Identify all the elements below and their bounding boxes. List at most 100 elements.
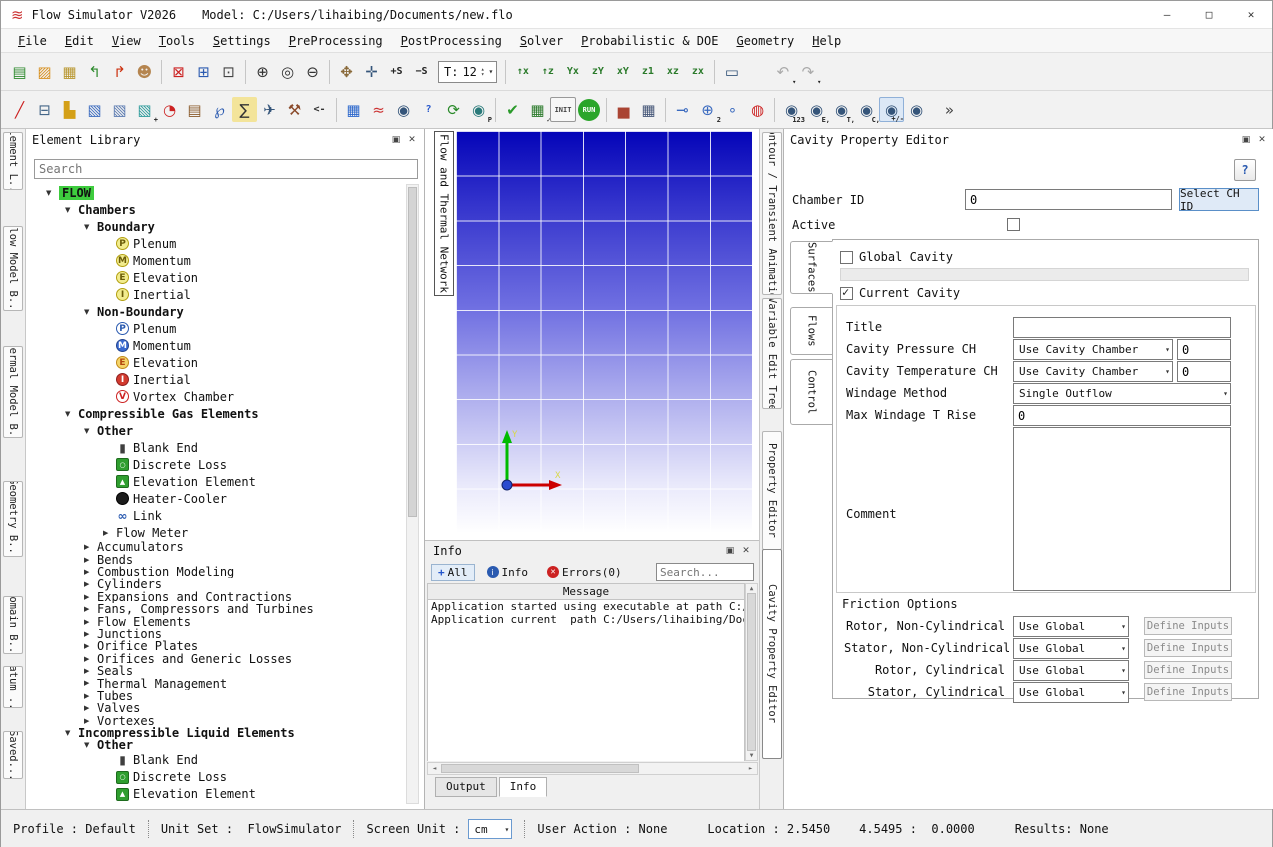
scrollbar-thumb[interactable] <box>408 187 417 517</box>
element-search-input[interactable] <box>34 159 418 179</box>
close-button[interactable]: ✕ <box>1230 1 1272 29</box>
init-button[interactable]: INIT <box>550 97 576 122</box>
view-orient-1z-icon[interactable]: ↑z <box>535 59 560 84</box>
left-tab-thermal-model-b[interactable]: Thermal Model B... <box>3 346 23 438</box>
tree-item-link[interactable]: ∞Link <box>30 507 406 524</box>
define-inputs-button[interactable]: Define Inputs <box>1144 683 1232 701</box>
text-size-combo[interactable]: T: 12 ▴▾ ▾ <box>438 61 497 83</box>
filter-all-button[interactable]: + All <box>431 564 475 581</box>
expander-closed-icon[interactable]: ▶ <box>84 568 97 576</box>
screen-unit-combo[interactable]: cm▾ <box>468 819 512 839</box>
results-chart-icon[interactable]: ▅ <box>611 97 636 122</box>
draw-element-icon[interactable]: ╱ <box>7 97 32 122</box>
tree-item-blank-end[interactable]: ▮Blank End <box>30 752 406 769</box>
expander-closed-icon[interactable]: ▶ <box>84 704 97 712</box>
menu-tools[interactable]: Tools <box>150 32 204 50</box>
expander-closed-icon[interactable]: ▶ <box>84 580 97 588</box>
tree-item-valves[interactable]: ▶Valves <box>30 702 406 714</box>
cut-selection-icon[interactable]: ⊠ <box>166 59 191 84</box>
active-checkbox[interactable] <box>1007 218 1020 231</box>
tools-icon[interactable]: ⚒ <box>282 97 307 122</box>
tree-item-momentum[interactable]: MMomentum <box>30 337 406 354</box>
tree-item-seals[interactable]: ▶Seals <box>30 665 406 677</box>
minimize-button[interactable]: — <box>1146 1 1188 29</box>
menu-edit[interactable]: Edit <box>56 32 103 50</box>
friction-method-combo[interactable]: Use Global▾ <box>1013 638 1129 659</box>
tree-item-other[interactable]: ▼Other <box>30 422 406 439</box>
database-icon[interactable]: ◍ <box>745 97 770 122</box>
expander-open-icon[interactable]: ▼ <box>84 308 97 316</box>
results-table-icon[interactable]: ▦ <box>636 97 661 122</box>
left-tab-saved[interactable]: Saved... <box>3 731 23 779</box>
message-column-header[interactable]: Message <box>427 583 745 600</box>
view-orient-xy-icon[interactable]: xY <box>610 59 635 84</box>
right-tab-property-editor[interactable]: Property Editor <box>762 431 782 550</box>
close-panel-icon[interactable]: ✕ <box>406 134 418 146</box>
right-tab-variable-edit-tree[interactable]: Variable Edit Tree <box>762 298 782 409</box>
cavity-temperature-combo[interactable]: Use Cavity Chamber▾ <box>1013 361 1173 382</box>
tree-item-bends[interactable]: ▶Bends <box>30 553 406 565</box>
expander-open-icon[interactable]: ▼ <box>65 206 78 214</box>
define-inputs-button[interactable]: Define Inputs <box>1144 661 1232 679</box>
message-row[interactable]: Application started using executable at … <box>428 600 744 613</box>
tree-item-plenum[interactable]: PPlenum <box>30 320 406 337</box>
tree-item-orifices-and-generic-losses[interactable]: ▶Orifices and Generic Losses <box>30 653 406 665</box>
scrollbar-thumb[interactable] <box>441 764 639 773</box>
expander-closed-icon[interactable]: ▶ <box>84 642 97 650</box>
menu-view[interactable]: View <box>103 32 150 50</box>
contour-plot-icon[interactable]: ▦ <box>341 97 366 122</box>
menu-settings[interactable]: Settings <box>204 32 280 50</box>
message-horizontal-scrollbar[interactable]: ◄ ► <box>427 762 758 775</box>
scroll-up-icon[interactable]: ▲ <box>750 585 754 592</box>
show-elevation-icon[interactable]: ◉E, <box>804 97 829 122</box>
save-model-icon[interactable]: ▦ <box>57 59 82 84</box>
filter-errors-button[interactable]: ✕ Errors(0) <box>540 564 629 581</box>
select-ch-id-button[interactable]: Select CH ID <box>1179 188 1259 211</box>
menu-probabilistic-doe[interactable]: Probabilistic & DOE <box>572 32 727 50</box>
title-input[interactable] <box>1013 317 1231 338</box>
undo-icon[interactable]: ↶▾ <box>770 59 795 84</box>
expander-closed-icon[interactable]: ▶ <box>84 543 97 551</box>
model-tree-icon[interactable]: ⊟ <box>32 97 57 122</box>
node-link-icon[interactable]: ⊸ <box>670 97 695 122</box>
cavity-temperature-ch-input[interactable] <box>1177 361 1231 382</box>
show-temperature-icon[interactable]: ◉T, <box>829 97 854 122</box>
expander-closed-icon[interactable]: ▶ <box>84 655 97 663</box>
user-profile-icon[interactable]: ☻ <box>132 59 157 84</box>
open-model-icon[interactable]: ▨ <box>32 59 57 84</box>
tree-item-accumulators[interactable]: ▶Accumulators <box>30 541 406 553</box>
menu-preprocessing[interactable]: PreProcessing <box>280 32 392 50</box>
expander-open-icon[interactable]: ▼ <box>46 189 59 197</box>
expander-open-icon[interactable]: ▼ <box>84 223 97 231</box>
expander-closed-icon[interactable]: ▶ <box>84 605 97 613</box>
view-orient-z1-icon[interactable]: z1 <box>635 59 660 84</box>
cube-icon[interactable]: ▧ <box>82 97 107 122</box>
expander-closed-icon[interactable]: ▶ <box>84 556 97 564</box>
tree-item-thermal-management[interactable]: ▶Thermal Management <box>30 677 406 689</box>
expander-open-icon[interactable]: ▼ <box>84 427 97 435</box>
friction-method-combo[interactable]: Use Global▾ <box>1013 660 1129 681</box>
cavity-tab-control[interactable]: Control <box>790 359 833 425</box>
tree-item-combustion-modeling[interactable]: ▶Combustion Modeling <box>30 566 406 578</box>
expander-closed-icon[interactable]: ▶ <box>84 679 97 687</box>
select-region-icon[interactable]: ⊡ <box>216 59 241 84</box>
tree-item-vortex-chamber[interactable]: VVortex Chamber <box>30 388 406 405</box>
float-panel-icon[interactable]: ▣ <box>390 134 402 146</box>
friction-method-combo[interactable]: Use Global▾ <box>1013 682 1129 703</box>
current-cavity-checkbox[interactable] <box>840 287 853 300</box>
export-icon[interactable]: ↱ <box>107 59 132 84</box>
expander-closed-icon[interactable]: ▶ <box>84 692 97 700</box>
right-tab-contour-transient-animation[interactable]: Contour / Transient Animation <box>762 132 782 295</box>
scroll-left-icon[interactable]: ◄ <box>428 763 441 774</box>
check-table-icon[interactable]: ▦✓ <box>525 97 550 122</box>
menu-solver[interactable]: Solver <box>511 32 572 50</box>
zoom-window-icon[interactable]: ⊞ <box>191 59 216 84</box>
tree-item-inertial[interactable]: IInertial <box>30 371 406 388</box>
tree-item-inertial[interactable]: IInertial <box>30 286 406 303</box>
tree-item-other[interactable]: ▼Other <box>30 739 406 751</box>
max-windage-input[interactable] <box>1013 405 1231 426</box>
cavity-pressure-ch-input[interactable] <box>1177 339 1231 360</box>
tree-item-boundary[interactable]: ▼Boundary <box>30 218 406 235</box>
float-panel-icon[interactable]: ▣ <box>724 545 736 557</box>
new-model-icon[interactable]: ▤ <box>7 59 32 84</box>
